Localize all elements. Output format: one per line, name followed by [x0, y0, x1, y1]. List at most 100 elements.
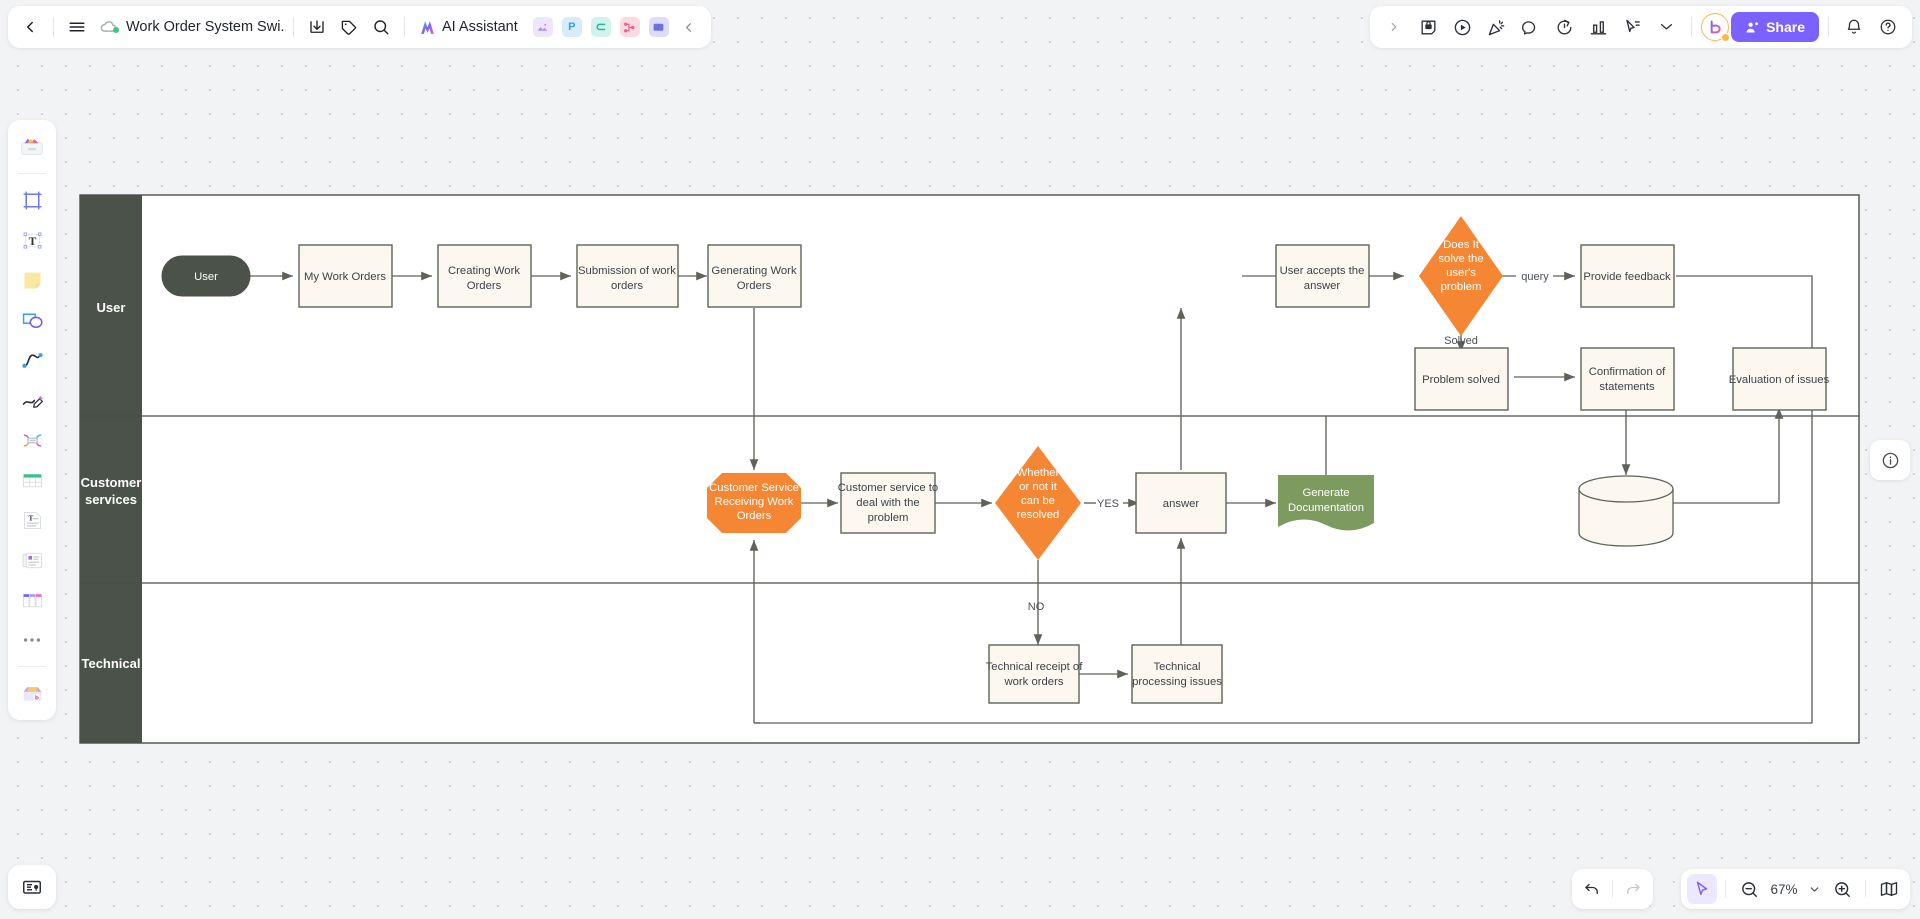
divider [53, 17, 54, 37]
edge-label-no: NO [1028, 601, 1045, 613]
chart-icon[interactable] [1582, 11, 1614, 43]
divider [1691, 17, 1693, 37]
node-provide-feedback-label: Provide feedback [1583, 271, 1671, 283]
templates-tool[interactable] [13, 128, 51, 166]
select-tool-button[interactable] [1687, 874, 1717, 904]
node-my-work-orders[interactable]: My Work Orders [298, 244, 393, 308]
cards-tool[interactable] [13, 541, 51, 579]
divider [18, 666, 46, 667]
undo-redo-bar [1572, 869, 1653, 909]
connector-tool[interactable] [13, 341, 51, 379]
divider [1865, 880, 1866, 898]
cursor-pointer-icon[interactable] [1616, 11, 1648, 43]
search-icon[interactable] [365, 11, 397, 43]
notification-bell-icon[interactable] [1838, 11, 1870, 43]
confetti-icon[interactable] [1480, 11, 1512, 43]
document-title[interactable]: Work Order System Swi... [126, 19, 286, 35]
minimap-button[interactable] [1874, 874, 1904, 904]
mini-app-group: P ⊂ [532, 17, 669, 37]
play-circle-icon[interactable] [1446, 11, 1478, 43]
redo-button[interactable] [1618, 874, 1648, 904]
kanban-tool[interactable] [13, 581, 51, 619]
node-confirmation-of-statements[interactable]: Confirmation of statements [1580, 347, 1675, 411]
ai-assistant-label: AI Assistant [442, 19, 518, 35]
avatar[interactable] [1701, 13, 1731, 42]
node-answer[interactable]: answer [1135, 472, 1227, 534]
node-submission-of-work-orders[interactable]: Submission of work orders [576, 244, 679, 308]
node-problem-solved[interactable]: Problem solved [1414, 347, 1509, 411]
node-my-work-orders-label: My Work Orders [304, 271, 386, 283]
zoom-level-label[interactable]: 67% [1767, 882, 1801, 897]
lane-user-label: User [97, 300, 126, 315]
divider [18, 173, 46, 174]
share-button[interactable]: Share [1731, 12, 1819, 42]
collapse-toolbar-button[interactable] [673, 11, 705, 43]
table-tool[interactable] [13, 461, 51, 499]
frame-tool[interactable] [13, 181, 51, 219]
left-tool-rail: T T [8, 120, 56, 720]
edge-label-yes: YES [1097, 498, 1119, 510]
sticky-lock-icon[interactable] [1412, 11, 1444, 43]
presentation-app-icon[interactable]: P [561, 17, 582, 37]
comment-app-icon[interactable] [648, 17, 669, 37]
edge-label-solved: Solved [1444, 335, 1478, 347]
node-answer-label: answer [1163, 498, 1200, 510]
tag-icon[interactable] [333, 11, 365, 43]
top-toolbar: Work Order System Swi... AI Assistant P … [8, 6, 711, 48]
pen-tool[interactable] [13, 381, 51, 419]
lane-technical-label: Technical [81, 656, 140, 671]
help-icon[interactable] [1872, 11, 1904, 43]
info-panel-button[interactable] [1870, 440, 1910, 480]
top-right-toolbar: Share [1370, 6, 1912, 48]
node-user-label: User [194, 271, 218, 283]
node-creating-work-orders[interactable]: Creating Work Orders [437, 244, 532, 308]
svg-text:T: T [28, 234, 36, 247]
image-app-icon[interactable] [532, 17, 553, 37]
zoom-dropdown-button[interactable] [1804, 874, 1824, 904]
divider [404, 17, 405, 37]
shapes-tool[interactable] [13, 301, 51, 339]
zoom-toolbar: 67% [1681, 869, 1910, 909]
clip-app-icon[interactable]: ⊂ [590, 17, 611, 37]
node-database[interactable] [1578, 475, 1674, 547]
node-user[interactable]: User [161, 255, 251, 297]
document-tool[interactable]: T [13, 501, 51, 539]
swimlane-diagram: User Customer services Technical User My… [0, 0, 1920, 919]
cloud-sync-icon [99, 17, 119, 37]
export-icon[interactable] [301, 11, 333, 43]
text-tool[interactable]: T [13, 221, 51, 259]
zoom-in-button[interactable] [1827, 874, 1857, 904]
ai-sparkle-icon [421, 20, 434, 34]
edge-label-query: query [1521, 271, 1549, 283]
node-user-accepts-the-answer[interactable]: User accepts the answer [1275, 244, 1370, 308]
mindmap-tool[interactable] [13, 421, 51, 459]
share-label: Share [1766, 19, 1805, 35]
divider [1828, 17, 1829, 37]
ai-assistant-button[interactable]: AI Assistant [412, 12, 524, 42]
node-technical-receipt[interactable]: Technical receipt of work orders [986, 644, 1084, 704]
more-tools[interactable] [13, 621, 51, 659]
back-button[interactable] [14, 11, 46, 43]
node-generating-work-orders[interactable]: Generating Work Orders [707, 244, 802, 308]
menu-button[interactable] [61, 11, 93, 43]
divider [1612, 880, 1613, 898]
sticky-note-tool[interactable] [13, 261, 51, 299]
node-evaluation-of-issues[interactable]: Evaluation of issues [1729, 347, 1830, 411]
node-provide-feedback[interactable]: Provide feedback [1580, 244, 1675, 308]
timer-icon[interactable] [1548, 11, 1580, 43]
comment-bubble-icon[interactable] [1514, 11, 1546, 43]
mindmap-app-icon[interactable] [619, 17, 640, 37]
chevron-right-icon[interactable] [1378, 11, 1410, 43]
divider [1725, 880, 1726, 898]
node-technical-processing[interactable]: Technical processing issues [1131, 644, 1223, 704]
node-cs-deal-with-problem[interactable]: Customer service to deal with the problem [838, 472, 938, 534]
zoom-out-button[interactable] [1734, 874, 1764, 904]
assets-tool[interactable] [13, 674, 51, 712]
chevron-double-down-icon[interactable] [1650, 11, 1682, 43]
divider [293, 17, 294, 37]
node-cs-receiving-work-orders[interactable]: Customer Service Receiving Work Orders [707, 473, 801, 533]
undo-button[interactable] [1577, 874, 1607, 904]
node-problem-solved-label: Problem solved [1422, 374, 1500, 386]
notes-panel-button[interactable] [8, 865, 56, 909]
share-person-icon [1746, 21, 1759, 32]
